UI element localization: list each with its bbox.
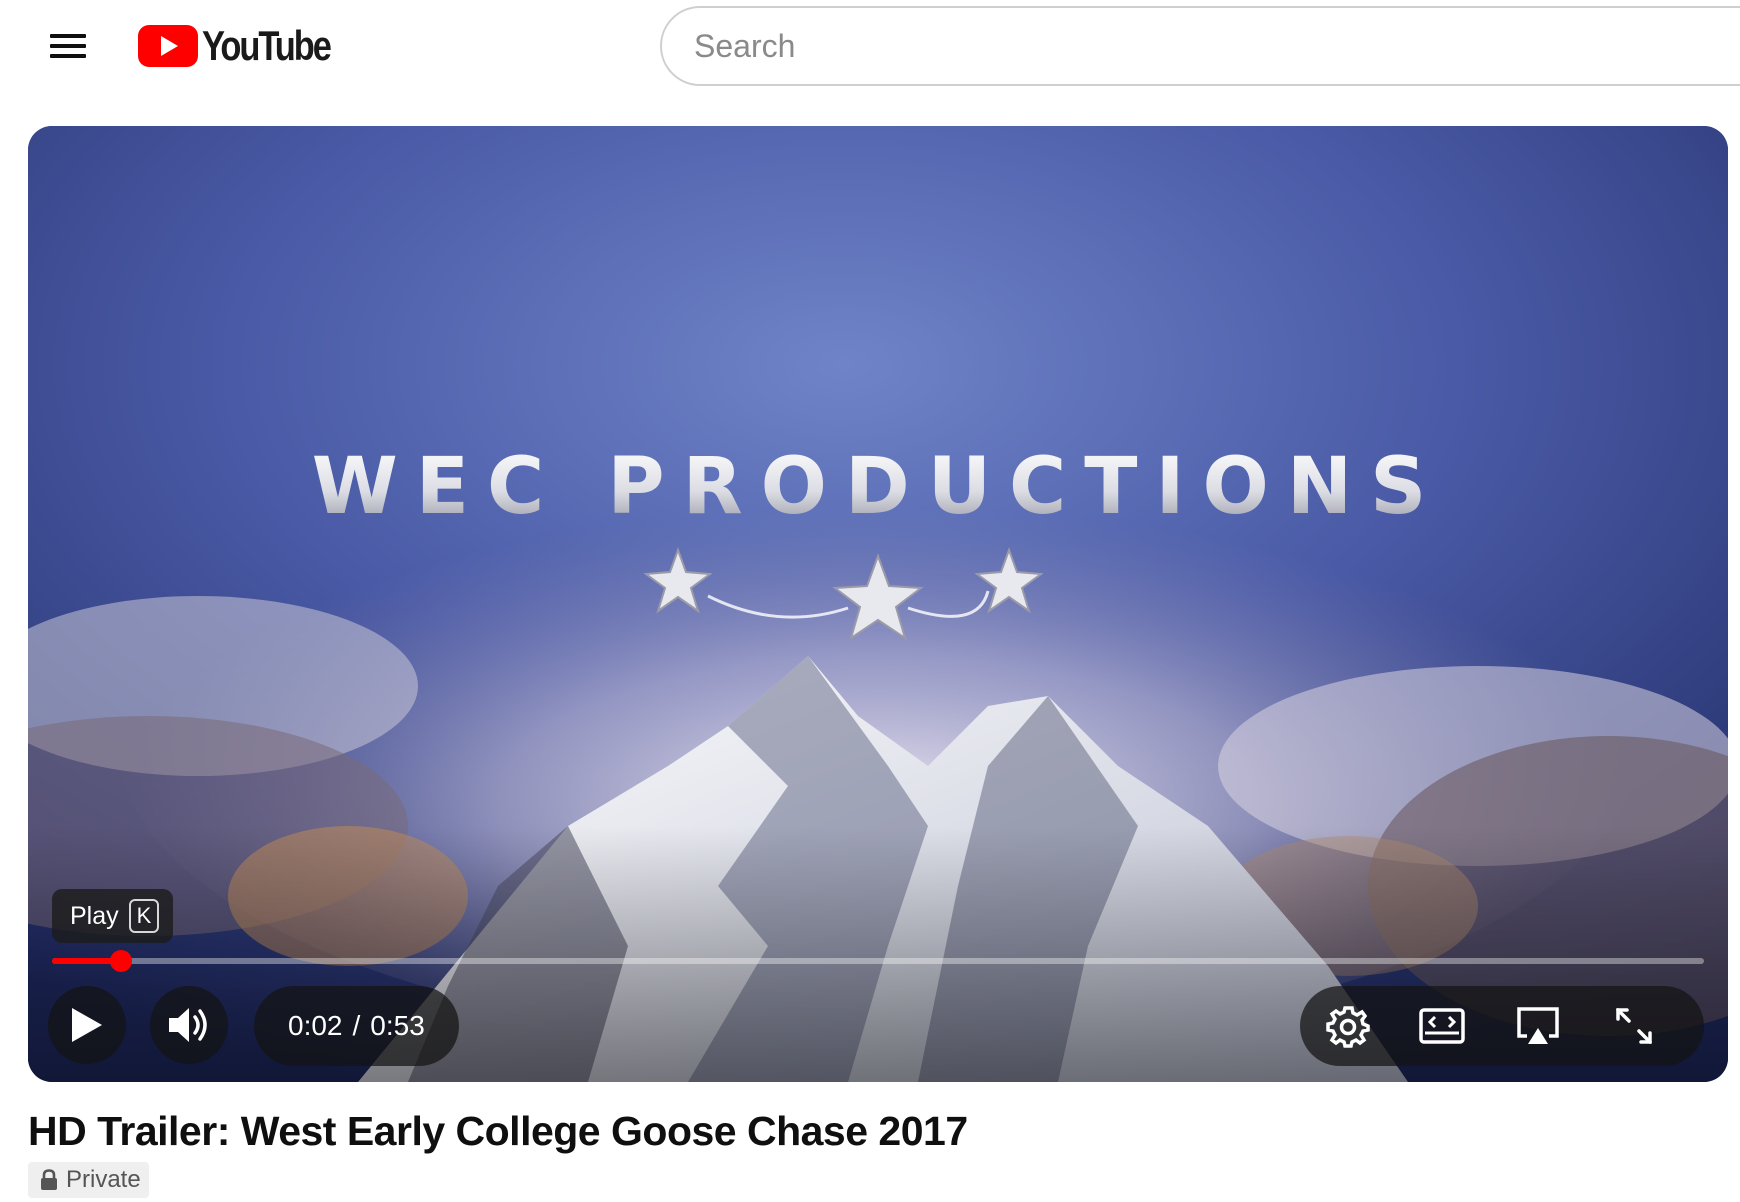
tooltip-shortcut-key: K [128,899,160,933]
fullscreen-icon [1616,1008,1652,1044]
progress-track [52,958,1704,964]
hamburger-menu-icon[interactable] [44,26,92,66]
current-time: 0:02 [288,1010,343,1041]
play-tooltip: Play K [52,889,174,943]
time-separator: / [352,1010,361,1041]
video-frame: WEC PRODUCTIONS [28,126,1728,1082]
duration: 0:53 [370,1010,425,1041]
masthead: YouTube [0,0,1740,105]
frame-title-text: WEC PRODUCTIONS [312,442,1445,532]
lock-icon [41,1169,57,1190]
mute-button[interactable] [150,986,228,1064]
youtube-play-logo-icon [138,25,198,67]
fullscreen-button[interactable] [1602,996,1666,1056]
youtube-logo[interactable]: YouTube [138,22,358,69]
time-display: 0:02 / 0:53 [254,986,459,1066]
tooltip-label: Play [70,901,119,930]
search-input[interactable] [694,22,1694,70]
settings-button[interactable] [1316,996,1380,1056]
theater-mode-icon [1419,1008,1465,1044]
airplay-icon [1517,1007,1559,1044]
search-box [660,6,1740,86]
volume-icon [169,1008,207,1042]
video-player[interactable]: WEC PRODUCTIONS Play K 0:02 / 0:53 [28,126,1728,1082]
video-title: HD Trailer: West Early College Goose Cha… [28,1108,968,1154]
logo-text: YouTube [202,22,332,69]
airplay-button[interactable] [1506,996,1570,1056]
play-icon [72,1008,102,1042]
right-controls [1300,986,1704,1066]
visibility-label: Private [66,1166,141,1193]
play-button[interactable] [48,986,126,1064]
settings-icon [1326,1006,1370,1048]
progress-bar[interactable] [52,950,1704,972]
visibility-badge: Private [28,1162,149,1198]
theater-mode-button[interactable] [1410,996,1474,1056]
